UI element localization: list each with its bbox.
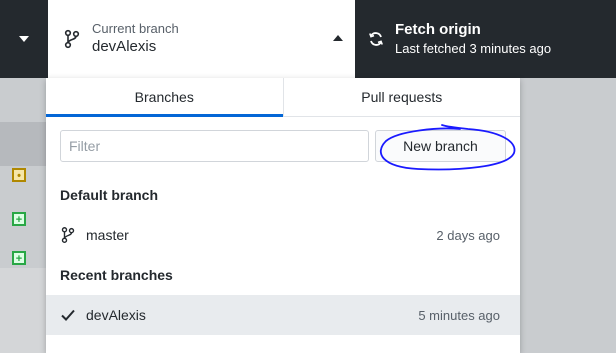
branch-row-devalexis[interactable]: devAlexis 5 minutes ago [46,295,520,335]
branch-time: 2 days ago [436,227,500,243]
branch-time: 5 minutes ago [418,307,500,323]
fetch-subtitle: Last fetched 3 minutes ago [395,40,552,56]
toolbar: Current branch devAlexis Fetch origin La… [0,0,616,78]
modified-file-icon[interactable]: • [12,168,26,182]
recent-branches-header: Recent branches [46,255,520,295]
branch-row-master[interactable]: master 2 days ago [46,215,520,255]
repository-toggle[interactable] [0,0,48,78]
branch-name: devAlexis [86,307,146,323]
sidebar-band-lower [0,268,46,353]
sidebar-band [0,122,46,166]
main-area-background [520,78,616,353]
filter-input[interactable] [60,130,369,162]
sync-icon [367,30,385,48]
dropdown-tabs: Branches Pull requests [46,78,520,117]
current-branch-text: Current branch devAlexis [92,21,179,56]
filter-row: New branch [46,117,520,175]
git-branch-icon [62,27,82,51]
current-branch-caption: Current branch [92,21,179,37]
added-file-icon[interactable]: + [12,212,26,226]
caret-down-icon [19,36,29,42]
git-branch-icon [60,226,76,244]
default-branch-header: Default branch [46,175,520,215]
added-file-icon[interactable]: + [12,251,26,265]
caret-up-icon [333,35,343,41]
fetch-origin-button[interactable]: Fetch origin Last fetched 3 minutes ago [355,0,616,78]
tab-branches[interactable]: Branches [46,78,283,117]
check-icon [60,306,76,324]
tab-pull-requests[interactable]: Pull requests [282,78,521,116]
fetch-title: Fetch origin [395,21,481,39]
current-branch-button[interactable]: Current branch devAlexis [48,0,355,78]
fetch-text: Fetch origin Last fetched 3 minutes ago [395,22,551,56]
app-window: Current branch devAlexis Fetch origin La… [0,0,616,353]
current-branch-name: devAlexis [92,38,157,56]
branch-dropdown: Branches Pull requests New branch Defaul… [46,78,520,353]
new-branch-button[interactable]: New branch [374,130,506,162]
branch-name: master [86,227,129,243]
